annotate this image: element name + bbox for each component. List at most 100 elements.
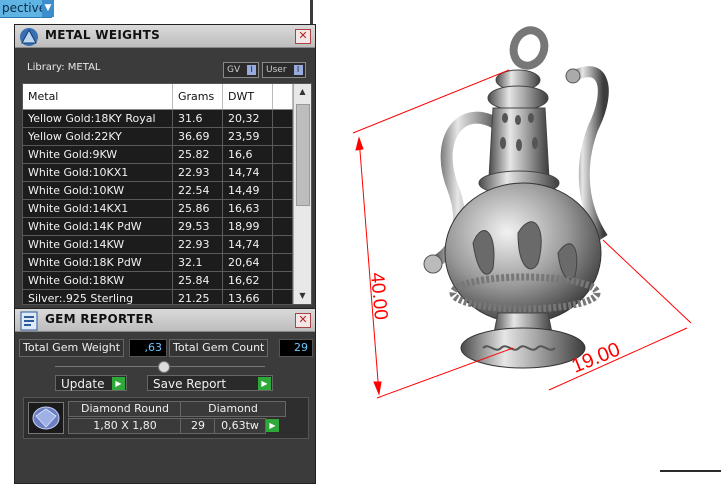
scale-icon bbox=[20, 28, 38, 46]
table-row[interactable]: Yellow Gold:22KY 36.69 23,59 bbox=[23, 128, 293, 146]
column-header-metal[interactable]: Metal bbox=[23, 84, 173, 109]
metal-weights-panel: METAL WEIGHTS ✕ Library: METAL GV I User I… bbox=[14, 24, 316, 316]
grams-cell: 25.86 bbox=[173, 200, 223, 217]
table-row[interactable]: White Gold:18KW 25.84 16,62 bbox=[23, 272, 293, 290]
metal-cell: White Gold:14KW bbox=[23, 236, 173, 253]
dwt-cell: 16,62 bbox=[223, 272, 273, 289]
dwt-cell: 14,49 bbox=[223, 182, 273, 199]
grams-cell: 22.93 bbox=[173, 236, 223, 253]
dwt-cell: 18,99 bbox=[223, 218, 273, 235]
extra-cell bbox=[273, 218, 293, 235]
table-row[interactable]: Yellow Gold:18KY Royal 31.6 20,32 bbox=[23, 110, 293, 128]
extra-cell bbox=[273, 200, 293, 217]
table-row[interactable]: White Gold:18K PdW 32.1 20,64 bbox=[23, 254, 293, 272]
gem-count: 29 bbox=[180, 418, 216, 434]
table-row[interactable]: White Gold:10KX1 22.93 14,74 bbox=[23, 164, 293, 182]
close-icon[interactable]: ✕ bbox=[295, 29, 311, 44]
update-button-label: Update bbox=[61, 377, 105, 391]
dwt-cell: 20,32 bbox=[223, 110, 273, 127]
column-header-grams[interactable]: Grams bbox=[173, 84, 223, 109]
scroll-down-icon[interactable]: ▼ bbox=[294, 288, 311, 304]
height-dimension: 40.00 bbox=[366, 272, 391, 321]
grams-cell: 22.93 bbox=[173, 164, 223, 181]
viewport-edge bbox=[660, 470, 721, 472]
gem-panel-header[interactable]: GEM REPORTER ✕ bbox=[15, 309, 315, 332]
extra-cell bbox=[273, 128, 293, 145]
table-row[interactable]: White Gold:14KX1 25.86 16,63 bbox=[23, 200, 293, 218]
gem-reporter-panel: GEM REPORTER ✕ Total Gem Weight ,63 Tota… bbox=[14, 308, 316, 484]
dwt-cell: 14,74 bbox=[223, 164, 273, 181]
3d-viewport[interactable]: 40.00 19.00 bbox=[313, 18, 721, 468]
total-gem-weight-label: Total Gem Weight bbox=[19, 339, 125, 357]
gv-toggle-label: GV bbox=[227, 65, 241, 75]
gem-size: 1,80 X 1,80 bbox=[68, 418, 182, 434]
table-body: Yellow Gold:18KY Royal 31.6 20,32 Yellow Go… bbox=[23, 110, 293, 304]
toggle-indicator-icon: I bbox=[247, 65, 257, 75]
metal-table: Metal Grams DWT Yellow Gold:18KY Royal 31… bbox=[22, 83, 312, 305]
metal-panel-header[interactable]: METAL WEIGHTS ✕ bbox=[15, 25, 315, 48]
grams-cell: 22.54 bbox=[173, 182, 223, 199]
jug-model: 40.00 19.00 bbox=[352, 26, 692, 399]
gem-material: Diamond bbox=[180, 401, 286, 417]
table-scrollbar[interactable]: ▲ ▼ bbox=[293, 84, 311, 304]
gem-list-item[interactable]: Diamond Round Diamond 1,80 X 1,80 29 0,6… bbox=[23, 397, 309, 439]
viewport-mode-label: pective bbox=[2, 1, 47, 15]
grams-cell: 36.69 bbox=[173, 128, 223, 145]
gem-name: Diamond Round bbox=[68, 401, 182, 417]
save-report-button[interactable]: Save Report ▶ bbox=[147, 375, 273, 391]
metal-cell: White Gold:14K PdW bbox=[23, 218, 173, 235]
metal-cell: Yellow Gold:18KY Royal bbox=[23, 110, 173, 127]
dwt-cell: 13,66 bbox=[223, 290, 273, 304]
grams-cell: 29.53 bbox=[173, 218, 223, 235]
table-row[interactable]: White Gold:14KW 22.93 14,74 bbox=[23, 236, 293, 254]
extra-cell bbox=[273, 254, 293, 271]
dwt-cell: 16,63 bbox=[223, 200, 273, 217]
scroll-up-icon[interactable]: ▲ bbox=[294, 84, 311, 100]
extra-cell bbox=[273, 236, 293, 253]
table-row[interactable]: Silver:.925 Sterling 21.25 13,66 bbox=[23, 290, 293, 304]
grams-cell: 21.25 bbox=[173, 290, 223, 304]
metal-cell: White Gold:18KW bbox=[23, 272, 173, 289]
toggle-indicator-icon: I bbox=[293, 65, 303, 75]
grams-cell: 25.84 bbox=[173, 272, 223, 289]
user-toggle[interactable]: User I bbox=[262, 62, 306, 78]
metal-cell: White Gold:9KW bbox=[23, 146, 173, 163]
close-icon[interactable]: ✕ bbox=[295, 313, 311, 328]
splitter-handle[interactable] bbox=[158, 361, 170, 373]
grams-cell: 25.82 bbox=[173, 146, 223, 163]
column-header-dwt[interactable]: DWT bbox=[223, 84, 273, 109]
extra-cell bbox=[273, 146, 293, 163]
extra-cell bbox=[273, 164, 293, 181]
metal-cell: Silver:.925 Sterling bbox=[23, 290, 173, 304]
grams-cell: 31.6 bbox=[173, 110, 223, 127]
gem-panel-title: GEM REPORTER bbox=[45, 312, 154, 326]
metal-panel-title: METAL WEIGHTS bbox=[45, 28, 161, 42]
metal-cell: Yellow Gold:22KY bbox=[23, 128, 173, 145]
play-icon[interactable]: ▶ bbox=[266, 419, 279, 432]
play-icon: ▶ bbox=[258, 377, 271, 390]
extra-cell bbox=[273, 182, 293, 199]
play-icon: ▶ bbox=[112, 377, 125, 390]
total-gem-count-label: Total Gem Count bbox=[169, 339, 269, 357]
report-icon bbox=[20, 311, 38, 331]
dwt-cell: 14,74 bbox=[223, 236, 273, 253]
gv-toggle[interactable]: GV I bbox=[223, 62, 260, 78]
total-gem-count-value: 29 bbox=[279, 339, 313, 357]
table-row[interactable]: White Gold:10KW 22.54 14,49 bbox=[23, 182, 293, 200]
dwt-cell: 23,59 bbox=[223, 128, 273, 145]
table-row[interactable]: White Gold:9KW 25.82 16,6 bbox=[23, 146, 293, 164]
table-row[interactable]: White Gold:14K PdW 29.53 18,99 bbox=[23, 218, 293, 236]
scroll-thumb[interactable] bbox=[296, 104, 310, 206]
dwt-cell: 16,6 bbox=[223, 146, 273, 163]
metal-cell: White Gold:10KX1 bbox=[23, 164, 173, 181]
user-toggle-label: User bbox=[266, 65, 287, 75]
total-gem-weight-value: ,63 bbox=[129, 339, 167, 357]
update-button[interactable]: Update ▶ bbox=[55, 375, 127, 391]
grams-cell: 32.1 bbox=[173, 254, 223, 271]
column-header-extra bbox=[273, 84, 293, 109]
metal-cell: White Gold:14KX1 bbox=[23, 200, 173, 217]
extra-cell bbox=[273, 272, 293, 289]
extra-cell bbox=[273, 290, 293, 304]
extra-cell bbox=[273, 110, 293, 127]
chevron-down-icon[interactable]: ▼ bbox=[42, 0, 54, 17]
